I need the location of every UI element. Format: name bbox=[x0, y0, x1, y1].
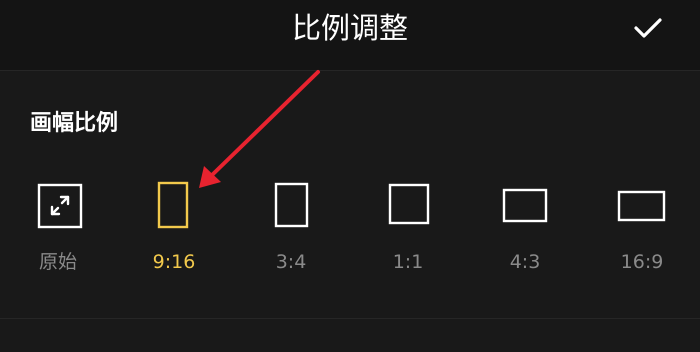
ratio-option-3-4[interactable]: 3:4 bbox=[236, 180, 346, 280]
ratio-option-9-16[interactable]: 9:16 bbox=[119, 180, 229, 280]
ratio-option-16-9[interactable]: 16:9 bbox=[587, 180, 697, 280]
ratio-label-3-4: 3:4 bbox=[275, 251, 307, 273]
ratio-9-16-icon bbox=[157, 181, 189, 229]
ratio-option-original[interactable]: 原始 bbox=[3, 180, 113, 280]
ratio-label-original: 原始 bbox=[38, 251, 77, 273]
ratio-1-1-icon bbox=[388, 183, 430, 225]
confirm-button[interactable] bbox=[628, 10, 668, 46]
original-ratio-icon bbox=[37, 183, 83, 229]
ratio-4-3-icon bbox=[502, 188, 548, 223]
ratio-3-4-icon bbox=[274, 182, 309, 228]
check-icon bbox=[634, 18, 662, 38]
ratio-option-4-3[interactable]: 4:3 bbox=[470, 180, 580, 280]
ratio-16-9-icon bbox=[617, 190, 666, 222]
ratio-label-4-3: 4:3 bbox=[509, 251, 541, 273]
ratio-label-9-16: 9:16 bbox=[152, 251, 196, 273]
ratio-label-16-9: 16:9 bbox=[620, 251, 664, 273]
aspect-ratio-section-title: 画幅比例 bbox=[30, 111, 119, 136]
ratio-option-1-1[interactable]: 1:1 bbox=[353, 180, 463, 280]
header-bar: 比例调整 bbox=[0, 0, 700, 71]
page-title: 比例调整 bbox=[291, 11, 408, 45]
ratio-label-1-1: 1:1 bbox=[392, 251, 424, 273]
bottom-divider bbox=[0, 318, 700, 319]
